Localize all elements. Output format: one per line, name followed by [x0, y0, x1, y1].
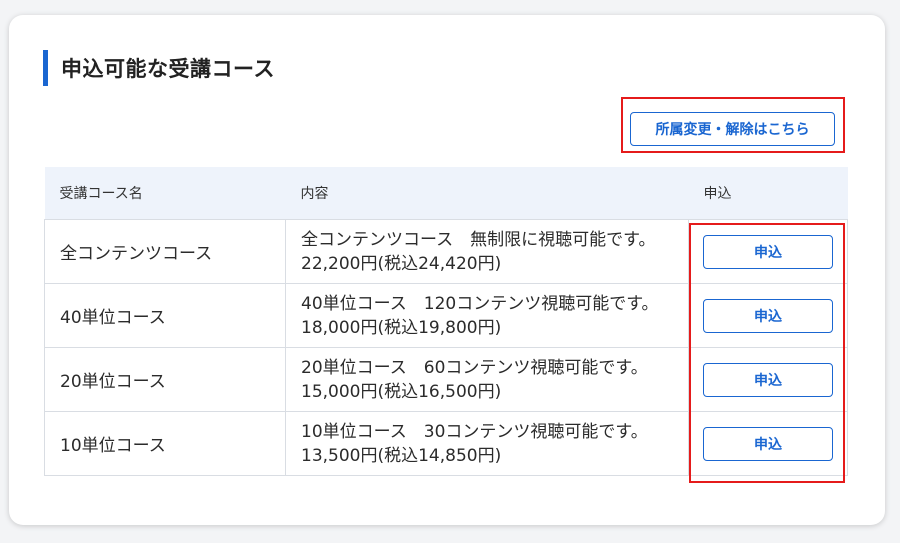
column-header-course-name: 受講コース名 [44, 167, 286, 220]
course-content: 40単位コース 120コンテンツ視聴可能です。 18,000円(税込19,800… [285, 283, 689, 348]
title-accent-bar [43, 50, 48, 86]
course-content: 全コンテンツコース 無制限に視聴可能です。 22,200円(税込24,420円) [285, 219, 689, 284]
course-content: 10単位コース 30コンテンツ視聴可能です。 13,500円(税込14,850円… [285, 411, 689, 476]
apply-cell: 申込 [688, 347, 848, 412]
table-row: 全コンテンツコース 全コンテンツコース 無制限に視聴可能です。 22,200円(… [44, 219, 848, 284]
course-description: 10単位コース 30コンテンツ視聴可能です。 [301, 421, 648, 442]
apply-button[interactable]: 申込 [703, 362, 833, 397]
course-price: 13,500円(税込14,850円) [301, 445, 502, 466]
apply-button[interactable]: 申込 [703, 298, 833, 333]
course-description: 全コンテンツコース 無制限に視聴可能です。 [301, 229, 656, 250]
page-title: 申込可能な受講コース [61, 57, 275, 81]
apply-cell: 申込 [688, 283, 848, 348]
column-header-apply: 申込 [688, 167, 848, 220]
course-card: 申込可能な受講コース 所属変更・解除はこちら 受講コース名 内容 申込 全コンテ… [9, 15, 885, 525]
course-price: 18,000円(税込19,800円) [301, 317, 502, 338]
table-row: 10単位コース 10単位コース 30コンテンツ視聴可能です。 13,500円(税… [44, 411, 848, 476]
apply-cell: 申込 [688, 219, 848, 284]
course-name: 20単位コース [44, 347, 286, 412]
course-name: 全コンテンツコース [44, 219, 286, 284]
section-title: 申込可能な受講コース [43, 50, 275, 86]
apply-cell: 申込 [688, 411, 848, 476]
apply-button[interactable]: 申込 [703, 234, 833, 269]
course-name: 40単位コース [44, 283, 286, 348]
apply-button[interactable]: 申込 [703, 426, 833, 461]
table-row: 20単位コース 20単位コース 60コンテンツ視聴可能です。 15,000円(税… [44, 347, 848, 412]
table-header-row: 受講コース名 内容 申込 [44, 167, 848, 220]
transfer-button[interactable]: 所属変更・解除はこちら [630, 112, 835, 146]
table-row: 40単位コース 40単位コース 120コンテンツ視聴可能です。 18,000円(… [44, 283, 848, 348]
course-price: 22,200円(税込24,420円) [301, 253, 502, 274]
course-name: 10単位コース [44, 411, 286, 476]
course-table: 受講コース名 内容 申込 全コンテンツコース 全コンテンツコース 無制限に視聴可… [44, 167, 848, 476]
course-price: 15,000円(税込16,500円) [301, 381, 502, 402]
course-description: 20単位コース 60コンテンツ視聴可能です。 [301, 357, 648, 378]
course-description: 40単位コース 120コンテンツ視聴可能です。 [301, 293, 659, 314]
course-content: 20単位コース 60コンテンツ視聴可能です。 15,000円(税込16,500円… [285, 347, 689, 412]
column-header-content: 内容 [285, 167, 689, 220]
